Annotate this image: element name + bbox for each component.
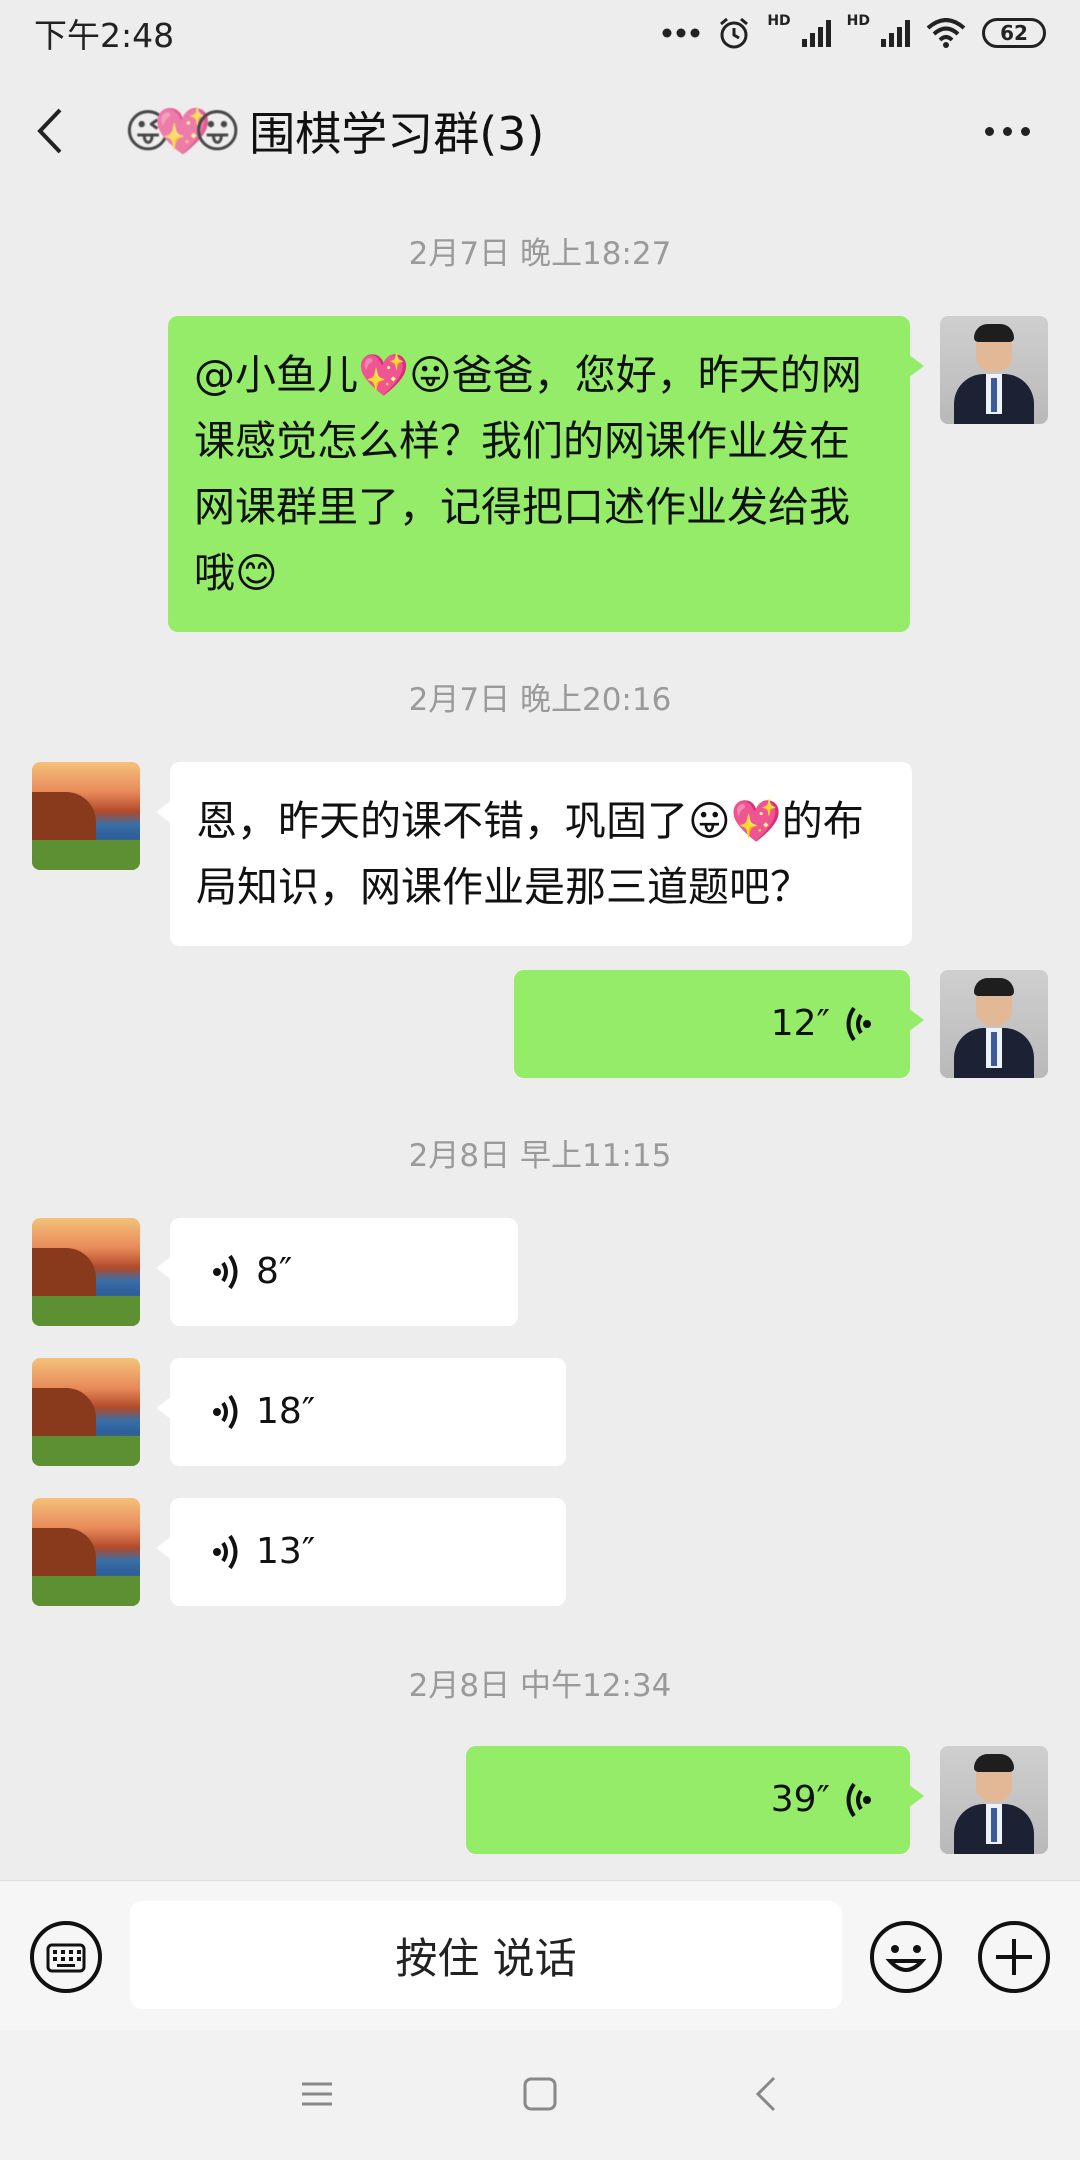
voice-duration: 39″ — [770, 1779, 830, 1820]
plus-icon[interactable] — [976, 1919, 1052, 1995]
their-voice-message[interactable]: 18″ — [156, 1358, 566, 1466]
their-voice-message[interactable]: 8″ — [156, 1218, 518, 1326]
my-avatar[interactable] — [940, 970, 1048, 1078]
status-icons: HD HD 62 — [661, 13, 1046, 50]
voice-wave-icon — [846, 1782, 871, 1818]
my-avatar[interactable] — [940, 1746, 1048, 1854]
voice-duration: 13″ — [256, 1531, 316, 1572]
their-voice-message[interactable]: 13″ — [156, 1498, 566, 1606]
message-timestamp: 2月7日 晚上20:16 — [408, 682, 672, 718]
battery-indicator: 62 — [982, 18, 1046, 48]
alarm-icon — [720, 17, 749, 49]
my-avatar[interactable] — [940, 316, 1048, 424]
sender-avatar[interactable] — [32, 1358, 140, 1466]
signal-icon — [801, 20, 831, 47]
message-timestamp: 2月8日 早上11:15 — [408, 1138, 672, 1174]
back-icon — [37, 108, 62, 154]
chat-header: 😜💖😛 围棋学习群(3) — [0, 66, 1080, 196]
voice-duration: 18″ — [256, 1391, 316, 1432]
emoji-icon[interactable] — [868, 1919, 944, 1995]
group-title-emoji: 😜💖😛 — [124, 103, 241, 158]
hd-label: HD — [846, 13, 870, 29]
menu-icon[interactable] — [300, 2074, 334, 2114]
voice-duration: 12″ — [770, 1003, 830, 1044]
sender-avatar[interactable] — [32, 1218, 140, 1326]
voice-duration: 8″ — [256, 1251, 293, 1292]
back-button[interactable] — [34, 101, 74, 161]
chat-screen: 下午2:48 HD HD 62 😜💖😛 围棋学习群(3) 2月7日 晚上18:2… — [0, 0, 1080, 2160]
keyboard-icon[interactable] — [28, 1919, 104, 1995]
message-text: 恩，昨天的课不错，巩固了😛💖的布局知识，网课作业是那三道题吧？ — [196, 797, 864, 911]
sender-avatar[interactable] — [32, 1498, 140, 1606]
hd-label: HD — [767, 13, 791, 29]
their-text-message[interactable]: 恩，昨天的课不错，巩固了😛💖的布局知识，网课作业是那三道题吧？ — [156, 762, 912, 946]
message-timestamp: 2月8日 中午12:34 — [408, 1668, 672, 1704]
more-button[interactable] — [985, 126, 1030, 136]
system-nav-bar — [0, 2030, 1080, 2160]
voice-wave-icon — [846, 1006, 871, 1042]
my-voice-message[interactable]: 12″ — [514, 970, 924, 1078]
back-nav-icon[interactable] — [752, 2074, 782, 2114]
message-timestamp: 2月7日 晚上18:27 — [408, 236, 672, 272]
wifi-icon — [926, 18, 966, 48]
status-time: 下午2:48 — [34, 16, 175, 55]
status-bar: 下午2:48 HD HD 62 — [0, 0, 1080, 66]
voice-wave-icon — [213, 1254, 238, 1290]
message-text: @小鱼儿💖😛爸爸，您好，昨天的网课感觉怎么样？我们的网课作业发在网课群里了，记得… — [194, 351, 862, 597]
voice-wave-icon — [213, 1394, 238, 1430]
input-bar: 按住 说话 — [0, 1880, 1080, 2030]
my-voice-message[interactable]: 39″ — [466, 1746, 924, 1854]
hold-to-talk-button[interactable]: 按住 说话 — [130, 1901, 842, 2009]
home-icon[interactable] — [522, 2074, 558, 2114]
signal-icon — [881, 20, 910, 47]
voice-wave-icon — [213, 1534, 238, 1570]
page-title: 围棋学习群(3) — [249, 107, 545, 161]
sender-avatar[interactable] — [32, 762, 140, 870]
more-icon — [985, 126, 994, 136]
my-text-message[interactable]: @小鱼儿💖😛爸爸，您好，昨天的网课感觉怎么样？我们的网课作业发在网课群里了，记得… — [168, 316, 924, 632]
more-dots-icon — [662, 28, 700, 38]
